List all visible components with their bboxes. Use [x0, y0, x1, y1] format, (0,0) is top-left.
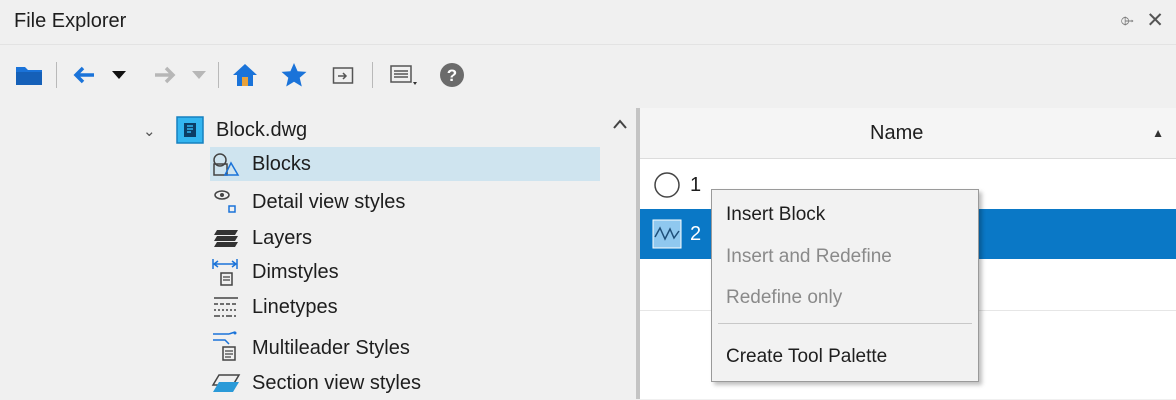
pin-icon[interactable]: ⌱	[1121, 11, 1134, 31]
browse-icon[interactable]	[326, 60, 360, 90]
tree-item-multileader-styles[interactable]: Multileader Styles	[210, 331, 410, 365]
tree-item-label: Dimstyles	[252, 260, 339, 283]
toolbar-separator	[56, 62, 57, 88]
detail-view-icon	[210, 186, 242, 218]
menu-separator	[718, 323, 972, 324]
tree-item-label: Block.dwg	[216, 118, 308, 141]
back-dropdown-icon[interactable]	[108, 60, 130, 90]
tree-item-label: Section view styles	[252, 371, 421, 394]
menu-item-insert-block[interactable]: Insert Block	[726, 204, 825, 226]
tree-item-label: Blocks	[252, 152, 311, 175]
blocks-icon	[210, 148, 242, 180]
drawing-file-icon	[174, 114, 206, 146]
tree-item-label: Linetypes	[252, 295, 338, 318]
column-header-label: Name	[870, 122, 924, 144]
section-view-icon	[210, 367, 242, 399]
toolbar-separator	[218, 62, 219, 88]
back-arrow-icon[interactable]	[66, 60, 102, 90]
scroll-up-icon[interactable]	[612, 114, 628, 135]
linetypes-icon	[210, 291, 242, 323]
context-menu: Insert Block Insert and Redefine Redefin…	[711, 189, 979, 382]
forward-dropdown-icon[interactable]	[188, 60, 210, 90]
help-glyph: ?	[447, 66, 457, 85]
home-icon[interactable]	[226, 60, 264, 90]
wave-block-icon	[652, 219, 682, 249]
tree-item-section-view-styles[interactable]: Section view styles	[210, 366, 421, 400]
panel-title: File Explorer	[14, 10, 127, 32]
multileader-icon	[210, 331, 242, 364]
tree-item-dimstyles[interactable]: Dimstyles	[210, 255, 339, 289]
toolbar-separator	[372, 62, 373, 88]
views-icon[interactable]	[382, 60, 426, 90]
help-icon[interactable]: ?	[436, 60, 468, 90]
menu-item-insert-and-redefine[interactable]: Insert and Redefine	[726, 246, 892, 268]
favorites-star-icon[interactable]	[276, 60, 312, 90]
list-item-name: 1	[690, 173, 702, 196]
tree-item-label: Layers	[252, 226, 313, 249]
tree-item-block-dwg[interactable]: Block.dwg	[174, 113, 307, 147]
forward-arrow-icon[interactable]	[148, 60, 182, 90]
title-bar: File Explorer ⌱ ✕	[0, 0, 1176, 45]
tree-item-label: Detail view styles	[252, 190, 406, 213]
list-item-name: 2	[690, 222, 702, 245]
open-folder-icon[interactable]	[12, 60, 46, 90]
tree-scrollbar[interactable]	[604, 108, 636, 399]
chevron-down-icon[interactable]: ⌄	[143, 122, 156, 140]
dimstyles-icon	[210, 256, 242, 288]
toolbar: ?	[0, 52, 1176, 98]
sort-ascending-icon: ▲	[1152, 126, 1164, 140]
circle-block-icon	[652, 170, 682, 200]
tree-item-label: Multileader Styles	[252, 336, 410, 359]
tree-item-detail-view-styles[interactable]: Detail view styles	[210, 185, 405, 219]
tree-item-blocks[interactable]: Blocks	[210, 147, 600, 181]
close-icon[interactable]: ✕	[1146, 8, 1164, 33]
menu-item-create-tool-palette[interactable]: Create Tool Palette	[726, 346, 887, 368]
name-column-header[interactable]: Name ▲	[640, 108, 1176, 159]
layers-icon	[210, 222, 242, 254]
tree-item-layers[interactable]: Layers	[210, 221, 312, 255]
menu-item-redefine-only[interactable]: Redefine only	[726, 287, 842, 309]
tree-item-linetypes[interactable]: Linetypes	[210, 290, 338, 324]
